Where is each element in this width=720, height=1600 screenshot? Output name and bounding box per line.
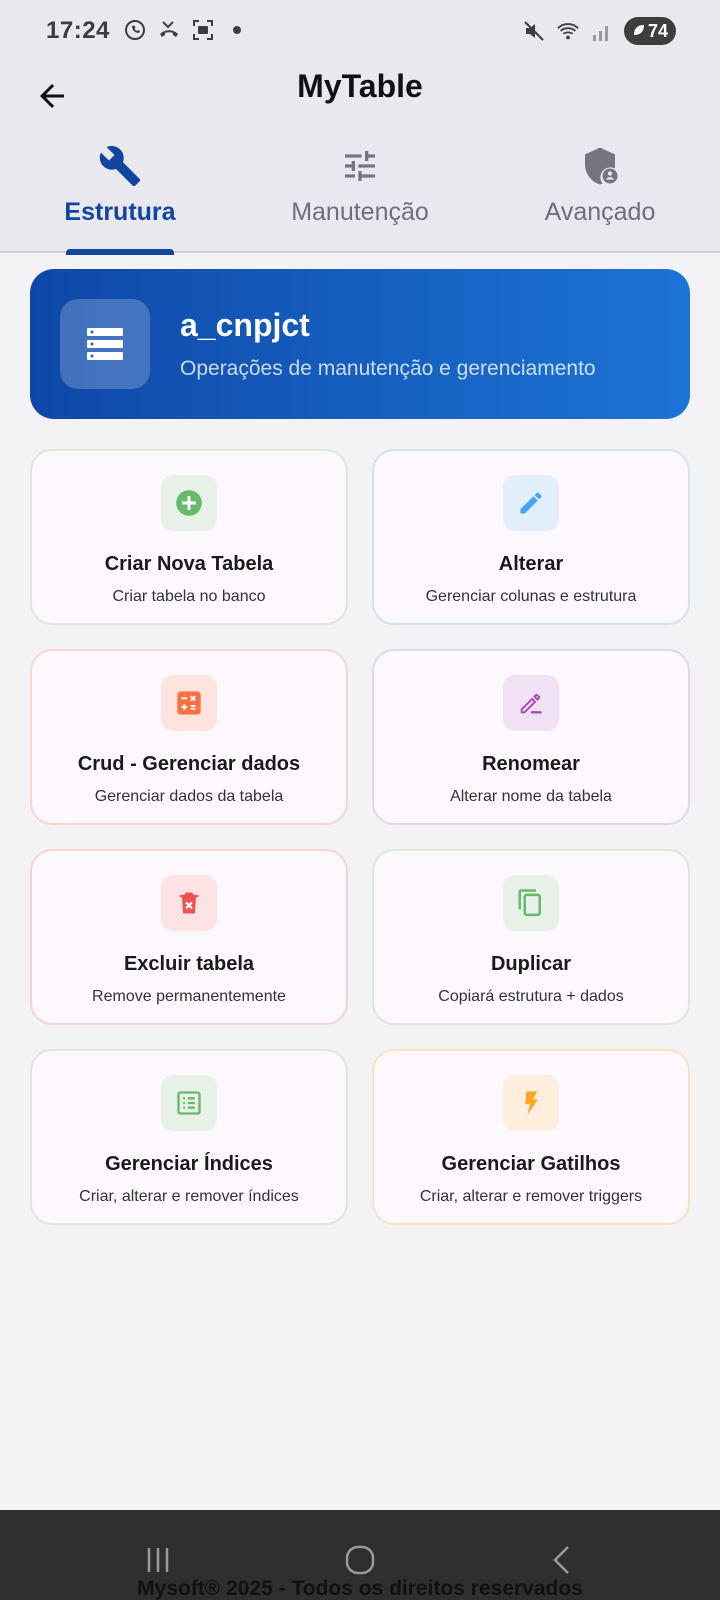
- card-title: Criar Nova Tabela: [104, 553, 274, 575]
- tab-bar: Estrutura Manutenção Avançado: [0, 140, 720, 255]
- card-subtitle: Criar tabela no banco: [112, 588, 266, 605]
- top-app-area: 17:24 74 MyTable Estrutura Manutenção Av…: [0, 0, 720, 255]
- home-icon: [345, 1545, 375, 1575]
- delete-table-card[interactable]: Excluir tabela Remove permanentemente: [30, 849, 348, 1025]
- list-icon: [177, 1091, 201, 1115]
- card-subtitle: Copiará estrutura + dados: [438, 988, 624, 1005]
- recents-icon: [147, 1548, 169, 1572]
- wifi-icon: [556, 19, 580, 43]
- delete-icon: [179, 892, 199, 914]
- tab-manutencao[interactable]: Manutenção: [240, 140, 480, 253]
- admin-shield-icon: [580, 144, 620, 188]
- duplicate-card[interactable]: Duplicar Copiará estrutura + dados: [372, 849, 690, 1025]
- card-title: Alterar: [498, 553, 564, 575]
- card-title: Gerenciar Gatilhos: [441, 1153, 621, 1175]
- signal-icon: [590, 19, 614, 43]
- actions-grid: Criar Nova Tabela Criar tabela no banco …: [30, 449, 690, 1225]
- table-subtitle: Operações de manutenção e gerenciamento: [180, 357, 596, 380]
- mute-icon: [522, 19, 546, 43]
- tab-label: Manutenção: [291, 198, 429, 226]
- crud-card[interactable]: Crud - Gerenciar dados Gerenciar dados d…: [30, 649, 348, 825]
- wrench-icon: [98, 144, 142, 188]
- whatsapp-icon: [123, 18, 147, 42]
- add-circle-icon: [176, 490, 202, 516]
- tab-estrutura[interactable]: Estrutura: [0, 140, 240, 255]
- chevron-left-icon: [553, 1546, 569, 1574]
- card-icon-box: [503, 475, 559, 531]
- card-subtitle: Criar, alterar e remover triggers: [419, 1188, 643, 1205]
- card-icon-box: [503, 675, 559, 731]
- status-right-icons: 74: [522, 17, 676, 45]
- footer-copyright-visible: Mysoft® 2025 - Todos os direitos reserva…: [137, 1577, 583, 1600]
- copy-icon: [518, 889, 541, 917]
- card-subtitle: Alterar nome da tabela: [450, 788, 612, 805]
- create-table-card[interactable]: Criar Nova Tabela Criar tabela no banco: [30, 449, 348, 625]
- header-icon-box: [60, 299, 150, 389]
- status-bar: 17:24 74: [0, 0, 720, 64]
- status-time: 17:24: [46, 17, 110, 44]
- card-icon-box: [161, 875, 217, 931]
- rename-icon: [520, 693, 542, 714]
- card-title: Excluir tabela: [123, 953, 255, 975]
- card-title: Duplicar: [490, 953, 572, 975]
- table-name: a_cnpjct: [180, 307, 310, 343]
- tab-avancado[interactable]: Avançado: [480, 140, 720, 253]
- card-icon-box: [503, 1075, 559, 1131]
- battery-indicator: 74: [624, 17, 676, 45]
- tab-label: Avançado: [544, 198, 656, 226]
- tune-icon: [340, 144, 380, 188]
- table-header-card: a_cnpjct Operações de manutenção e geren…: [30, 269, 690, 419]
- table-rows-icon: [87, 328, 123, 360]
- card-title: Gerenciar Índices: [105, 1153, 273, 1175]
- card-title: Renomear: [482, 753, 580, 775]
- card-subtitle: Gerenciar dados da tabela: [94, 788, 284, 805]
- card-icon-box: [161, 1075, 217, 1131]
- edit-icon: [520, 492, 542, 514]
- card-subtitle: Gerenciar colunas e estrutura: [425, 588, 637, 605]
- manage-triggers-card[interactable]: Gerenciar Gatilhos Criar, alterar e remo…: [372, 1049, 690, 1225]
- card-subtitle: Criar, alterar e remover índices: [79, 1188, 299, 1205]
- missed-call-icon: [157, 18, 181, 42]
- screenshot-icon: [191, 18, 215, 42]
- leaf-icon: [632, 21, 646, 42]
- manage-indexes-card[interactable]: Gerenciar Índices Criar, alterar e remov…: [30, 1049, 348, 1225]
- alter-card[interactable]: Alterar Gerenciar colunas e estrutura: [372, 449, 690, 625]
- status-left-icons: [123, 18, 249, 42]
- calculate-icon: [177, 691, 201, 715]
- rename-card[interactable]: Renomear Alterar nome da tabela: [372, 649, 690, 825]
- battery-level: 74: [647, 20, 669, 41]
- dot-icon: [225, 18, 249, 42]
- tab-label: Estrutura: [64, 198, 176, 226]
- recents-button[interactable]: [136, 1540, 180, 1580]
- card-icon-box: [161, 475, 217, 531]
- system-back-button[interactable]: [540, 1540, 584, 1580]
- card-icon-box: [161, 675, 217, 731]
- card-icon-box: [503, 875, 559, 931]
- tab-indicator: [66, 249, 174, 255]
- home-button[interactable]: [338, 1540, 382, 1580]
- card-subtitle: Remove permanentemente: [92, 988, 286, 1005]
- bolt-icon: [525, 1091, 538, 1115]
- page-title: MyTable: [297, 68, 423, 104]
- card-title: Crud - Gerenciar dados: [77, 753, 301, 775]
